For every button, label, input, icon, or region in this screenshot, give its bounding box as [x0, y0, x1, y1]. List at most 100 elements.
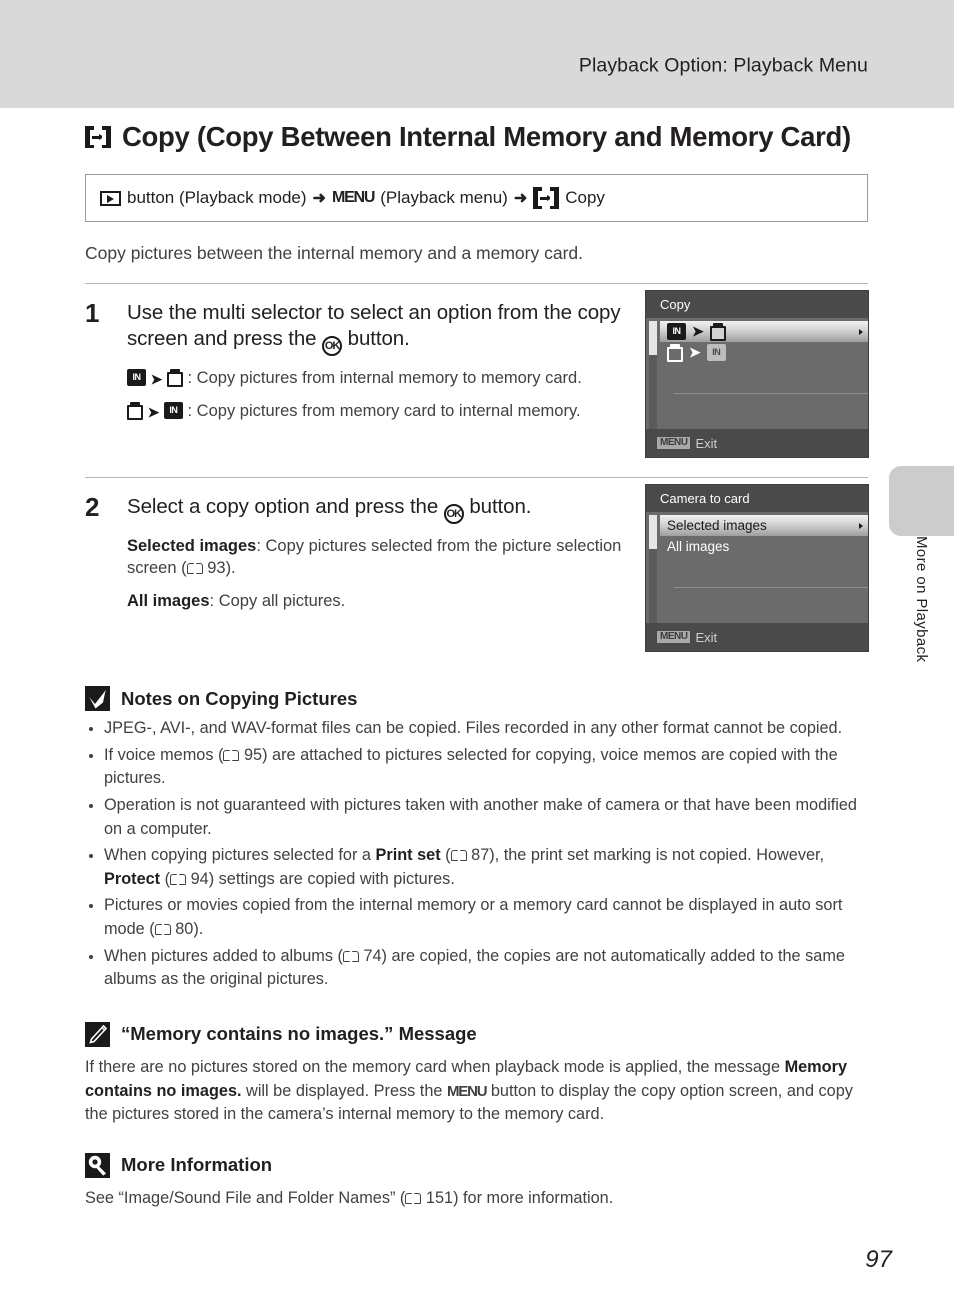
camera-screen-exit-label: Exit: [695, 435, 718, 451]
book-reference-icon-151: [405, 1192, 422, 1205]
step-2-screenshot-column: Camera to card Selected images All image…: [645, 478, 869, 652]
camera-menu-item-internal-to-card[interactable]: ➤: [660, 321, 868, 342]
notes-heading: Notes on Copying Pictures: [85, 686, 868, 711]
menu-button-icon: MENU: [331, 189, 376, 206]
page-title: Copy (Copy Between Internal Memory and M…: [85, 121, 868, 153]
checkmark-note-icon: [85, 686, 110, 711]
ok-button-icon-2: OK: [443, 504, 464, 524]
book-reference-icon-74: [342, 950, 359, 963]
arrow-right-icon-screen-2: ➤: [689, 344, 701, 360]
step-2-heading-before: Select a copy option and press the: [127, 495, 439, 518]
step-1-option-2: ➤ : Copy pictures from memory card to in…: [127, 400, 645, 422]
notes-bullet-4-a: When copying pictures selected for a: [104, 846, 376, 865]
menu-chip-icon: MENU: [657, 436, 691, 450]
step-2-row: 2 Select a copy option and press the OK …: [85, 478, 869, 652]
camera-screen-exit-label-2: Exit: [695, 629, 718, 645]
step-2-heading-after: button.: [469, 495, 532, 518]
side-tab-label: More on Playback: [889, 536, 954, 736]
more-information-ref-page: 151: [425, 1188, 454, 1207]
navigation-path: button (Playback mode) ➜ MENU (Playback …: [100, 187, 605, 209]
memory-message-body-2: will be displayed. Press the: [241, 1081, 447, 1100]
more-information-body-after: ) for more information.: [453, 1188, 614, 1207]
book-reference-icon-80: [154, 923, 171, 936]
notes-heading-text: Notes on Copying Pictures: [121, 687, 358, 709]
internal-memory-icon-2: [163, 402, 183, 420]
memory-card-icon-screen-2: [667, 343, 683, 362]
notes-on-copying-pictures-block: Notes on Copying Pictures JPEG-, AVI-, a…: [85, 686, 868, 992]
notes-bullet-5: Pictures or movies copied from the inter…: [85, 894, 868, 941]
notes-bullet-2-text-a: If voice memos (: [104, 745, 224, 764]
step-1-row: 1 Use the multi selector to select an op…: [85, 284, 869, 458]
notes-bullet-6: When pictures added to albums ( 74) are …: [85, 945, 868, 992]
page-content: Copy (Copy Between Internal Memory and M…: [85, 0, 869, 1211]
memory-message-heading: “Memory contains no images.” Message: [85, 1021, 868, 1047]
book-reference-icon: [186, 562, 203, 575]
more-information-heading: More Information: [85, 1152, 868, 1178]
notes-bullet-4-e: 94) settings are copied with pictures.: [186, 869, 455, 888]
camera-screen-copy-title: Copy: [646, 291, 868, 318]
memory-card-icon: [166, 369, 183, 388]
notes-bullet-6-a: When pictures added to albums (: [104, 946, 343, 965]
arrow-right-icon: ➤: [150, 371, 163, 388]
camera-screen-camera-to-card-footer: MENU Exit: [646, 623, 868, 651]
memory-message-body: If there are no pictures stored on the m…: [85, 1056, 868, 1127]
notes-bullet-4-bold-print-set: Print set: [375, 846, 441, 865]
arrow-right-icon-screen: ➤: [692, 323, 704, 339]
notes-bullet-4-c: 87), the print set marking is not copied…: [466, 846, 825, 865]
step-1-heading-after: button.: [347, 327, 410, 351]
arrow-right-icon-b: ➤: [147, 404, 160, 421]
camera-menu-item-all-images-label: All images: [667, 539, 730, 554]
book-reference-icon-94: [170, 873, 187, 886]
camera-screen-camera-to-card: Camera to card Selected images All image…: [645, 484, 869, 652]
page-title-text: Copy (Copy Between Internal Memory and M…: [122, 121, 851, 152]
step-2: 2 Select a copy option and press the OK …: [85, 492, 645, 612]
more-information-body-before: See “Image/Sound File and Folder Names” …: [85, 1188, 406, 1207]
menu-chip-icon-2: MENU: [657, 630, 691, 644]
arrow-right-icon-1: ➜: [312, 190, 326, 207]
step-2-number: 2: [85, 492, 100, 522]
step-2-term-2: All images: [127, 592, 210, 611]
memory-message-heading-text: “Memory contains no images.” Message: [121, 1023, 477, 1045]
notes-bullet-4-d: (: [160, 869, 171, 888]
notes-bullet-list: JPEG-, AVI-, and WAV-format files can be…: [85, 717, 868, 992]
step-2-description-all-images: All images: Copy all pictures.: [127, 590, 645, 612]
step-1-number: 1: [85, 298, 100, 328]
menu-button-icon-inline: MENU: [446, 1082, 488, 1100]
memory-message-block: “Memory contains no images.” Message If …: [85, 1021, 868, 1127]
notes-bullet-2: If voice memos ( 95) are attached to pic…: [85, 744, 868, 791]
camera-menu-item-card-to-internal[interactable]: ➤: [660, 342, 868, 363]
step-1-option-1: ➤ : Copy pictures from internal memory t…: [127, 367, 645, 389]
internal-memory-icon-screen-2: [706, 344, 726, 361]
path-part-2: (Playback menu): [380, 188, 508, 207]
internal-memory-icon-screen: [667, 323, 686, 340]
internal-memory-icon: [127, 369, 146, 387]
page-number: 97: [865, 1246, 892, 1273]
notes-bullet-5-b: 80).: [170, 920, 204, 938]
memory-card-icon-screen: [709, 322, 726, 341]
chevron-right-icon-2: [859, 522, 863, 529]
step-1-heading: Use the multi selector to select an opti…: [127, 300, 645, 357]
camera-screen-copy-footer: MENU Exit: [646, 429, 868, 457]
camera-screen-copy: Copy ➤ ➤: [645, 290, 869, 458]
notes-bullet-3: Operation is not guaranteed with picture…: [85, 794, 868, 841]
book-reference-icon-95: [223, 749, 240, 762]
more-information-body: See “Image/Sound File and Folder Names” …: [85, 1187, 868, 1211]
camera-menu-item-selected-images[interactable]: Selected images: [660, 515, 868, 536]
book-reference-icon-87: [450, 849, 467, 862]
camera-screen-separator-2: [674, 587, 868, 588]
side-tab-text: More on Playback: [913, 536, 930, 663]
camera-screen-copy-list: ➤ ➤: [660, 321, 868, 427]
camera-menu-item-all-images[interactable]: All images: [660, 536, 868, 557]
pencil-note-icon: [85, 1021, 110, 1047]
path-part-1: button (Playback mode): [127, 188, 307, 207]
more-information-heading-text: More Information: [121, 1154, 273, 1176]
step-1-option-1-text: : Copy pictures from internal memory to …: [187, 369, 582, 388]
side-tab-marker: [889, 466, 954, 536]
notes-bullet-1: JPEG-, AVI-, and WAV-format files can be…: [85, 717, 868, 741]
step-2-body-1b: ).: [225, 559, 236, 578]
chevron-right-icon: [859, 328, 863, 335]
intro-text: Copy pictures between the internal memor…: [85, 243, 584, 263]
step-2-term-1: Selected images: [127, 537, 257, 555]
notes-bullet-4: When copying pictures selected for a Pri…: [85, 844, 868, 891]
step-2-heading: Select a copy option and press the OK bu…: [127, 494, 645, 524]
